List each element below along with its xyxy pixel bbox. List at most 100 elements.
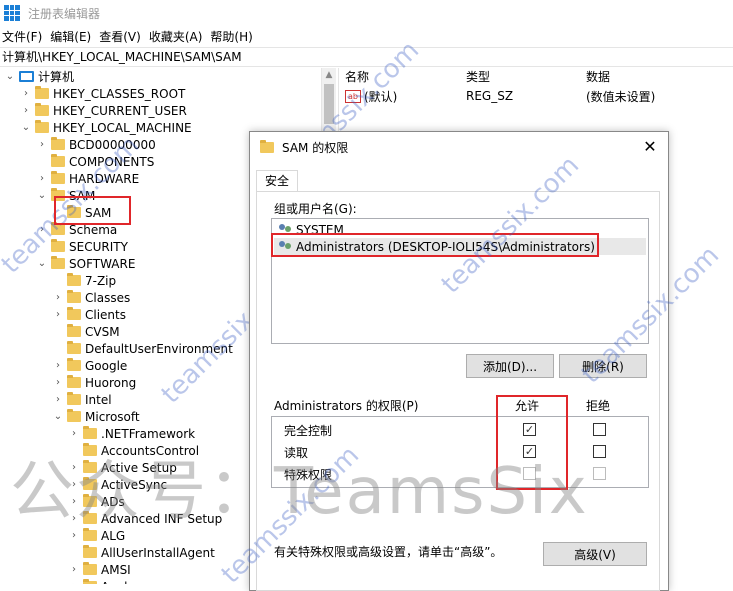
tree-item[interactable]: › Advanced INF Setup xyxy=(68,510,222,527)
chevron-right-icon[interactable]: › xyxy=(68,513,80,525)
value-row-name[interactable]: ab (默认) xyxy=(345,87,397,105)
chevron-right-icon[interactable]: › xyxy=(52,292,64,304)
chevron-right-icon[interactable]: › xyxy=(68,496,80,508)
menu-view[interactable]: 查看(V) xyxy=(99,28,141,45)
tree-item-label: HKEY_CLASSES_ROOT xyxy=(53,86,186,101)
permission-name: 完全控制 xyxy=(284,423,333,438)
tree-item[interactable]: ⌄ SOFTWARE xyxy=(36,255,135,272)
chevron-right-icon[interactable]: › xyxy=(36,224,48,236)
permission-name: 读取 xyxy=(284,445,309,460)
column-header-data[interactable]: 数据 xyxy=(586,68,610,86)
chevron-right-icon[interactable]: › xyxy=(68,428,80,440)
chevron-right-icon[interactable]: › xyxy=(68,479,80,491)
dialog-title: SAM 的权限 xyxy=(282,140,349,155)
tree-item[interactable]: › Analog xyxy=(68,578,142,584)
folder-icon xyxy=(67,324,81,337)
tree-item[interactable]: › Huorong xyxy=(52,374,136,391)
scroll-thumb[interactable] xyxy=(324,84,334,124)
tree-item-label: Google xyxy=(85,358,128,373)
tree-item[interactable]: COMPONENTS xyxy=(36,153,154,170)
add-button[interactable]: 添加(D)... xyxy=(466,354,554,378)
tree-item[interactable]: › HARDWARE xyxy=(36,170,139,187)
folder-icon xyxy=(83,460,97,473)
tree-item-label: ADs xyxy=(101,494,125,509)
tree-item[interactable]: › AMSI xyxy=(68,561,131,578)
chevron-down-icon[interactable]: ⌄ xyxy=(36,258,48,270)
highlight-box xyxy=(54,196,131,225)
chevron-down-icon[interactable]: ⌄ xyxy=(4,71,16,83)
chevron-right-icon[interactable]: › xyxy=(36,173,48,185)
scroll-up-arrow-icon[interactable]: ▲ xyxy=(322,68,336,82)
menu-file[interactable]: 文件(F) xyxy=(2,28,42,45)
tree-item-label: HARDWARE xyxy=(69,171,140,186)
dialog-tabs: 安全 xyxy=(250,168,668,192)
tree-item[interactable]: › ActiveSync xyxy=(68,476,167,493)
tree-item[interactable]: ⌄ 计算机 xyxy=(4,68,74,85)
tree-item[interactable]: › BCD00000000 xyxy=(36,136,156,153)
tree-item-label: AccountsControl xyxy=(101,443,200,458)
tree-item[interactable]: › HKEY_CURRENT_USER xyxy=(20,102,187,119)
tree-item-label: ALG xyxy=(101,528,126,543)
chevron-down-icon[interactable]: ⌄ xyxy=(36,190,48,202)
tree-item-label: HKEY_CURRENT_USER xyxy=(53,103,187,118)
folder-icon xyxy=(67,409,81,422)
address-bar[interactable]: 计算机\HKEY_LOCAL_MACHINE\SAM\SAM xyxy=(0,47,733,67)
menu-help[interactable]: 帮助(H) xyxy=(210,28,252,45)
folder-icon xyxy=(83,528,97,541)
chevron-right-icon[interactable]: › xyxy=(52,309,64,321)
remove-button[interactable]: 删除(R) xyxy=(559,354,647,378)
tree-item[interactable]: AccountsControl xyxy=(68,442,199,459)
chevron-right-icon[interactable]: › xyxy=(52,377,64,389)
chevron-right-icon[interactable]: › xyxy=(52,360,64,372)
tree-item[interactable]: › .NETFramework xyxy=(68,425,195,442)
tree-item[interactable]: ⌄ HKEY_LOCAL_MACHINE xyxy=(20,119,192,136)
chevron-down-icon[interactable]: ⌄ xyxy=(20,122,32,134)
menu-favorites[interactable]: 收藏夹(A) xyxy=(149,28,203,45)
folder-icon xyxy=(83,477,97,490)
chevron-right-icon[interactable]: › xyxy=(20,88,32,100)
tab-security[interactable]: 安全 xyxy=(256,170,299,192)
tree-item-label: HKEY_LOCAL_MACHINE xyxy=(53,120,192,135)
advanced-button[interactable]: 高级(V) xyxy=(543,542,647,566)
tree-item[interactable]: › Classes xyxy=(52,289,130,306)
tree-item[interactable]: › Google xyxy=(52,357,127,374)
folder-icon xyxy=(35,120,49,133)
tree-item[interactable]: › HKEY_CLASSES_ROOT xyxy=(20,85,185,102)
chevron-right-icon[interactable]: › xyxy=(68,581,80,584)
deny-read-checkbox[interactable] xyxy=(593,445,606,458)
deny-full-control-checkbox[interactable] xyxy=(593,423,606,436)
chevron-right-icon[interactable]: › xyxy=(68,564,80,576)
permissions-list: 完全控制 ✓ 读取 ✓ 特殊权限 xyxy=(271,416,649,488)
chevron-right-icon[interactable]: › xyxy=(68,462,80,474)
value-type: REG_SZ xyxy=(466,89,514,103)
column-header-type[interactable]: 类型 xyxy=(466,68,490,86)
tree-item[interactable]: › ALG xyxy=(68,527,125,544)
tree-item[interactable]: ⌄ Microsoft xyxy=(52,408,140,425)
tree-item-label: .NETFramework xyxy=(101,426,196,441)
tree-item[interactable]: › Intel xyxy=(52,391,112,408)
folder-icon xyxy=(260,139,274,153)
folder-icon xyxy=(51,137,65,150)
chevron-right-icon[interactable]: › xyxy=(20,105,32,117)
tree-item[interactable]: › Active Setup xyxy=(68,459,177,476)
tree-item[interactable]: › ADs xyxy=(68,493,125,510)
tree-item[interactable]: AllUserInstallAgent xyxy=(68,544,215,561)
tree-item[interactable]: › Clients xyxy=(52,306,126,323)
tree-item[interactable]: DefaultUserEnvironment xyxy=(52,340,233,357)
tree-item-label: BCD00000000 xyxy=(69,137,156,152)
tree-item[interactable]: SECURITY xyxy=(36,238,128,255)
tree-item[interactable]: 7-Zip xyxy=(52,272,116,289)
chevron-right-icon[interactable]: › xyxy=(52,394,64,406)
tree-item[interactable]: CVSM xyxy=(52,323,120,340)
close-icon[interactable]: ✕ xyxy=(640,137,660,157)
chevron-right-icon[interactable]: › xyxy=(68,530,80,542)
chevron-down-icon[interactable]: ⌄ xyxy=(52,411,64,423)
dialog-title-bar: SAM 的权限 xyxy=(250,132,668,162)
chevron-right-icon[interactable]: › xyxy=(36,139,48,151)
menu-edit[interactable]: 编辑(E) xyxy=(50,28,91,45)
column-header-name[interactable]: 名称 xyxy=(345,68,369,86)
